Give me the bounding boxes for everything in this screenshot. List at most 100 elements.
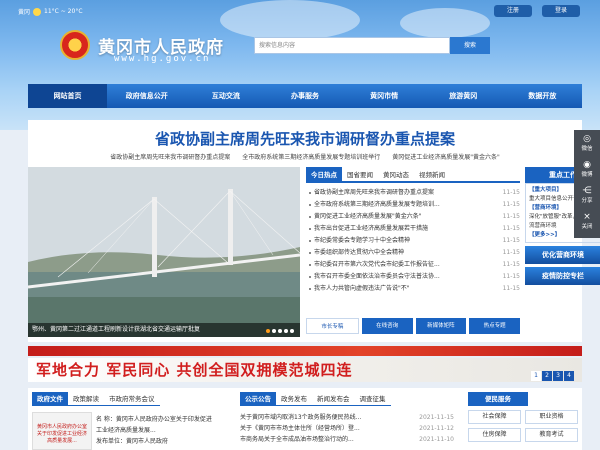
tab-policy[interactable]: 政策解读 bbox=[68, 392, 104, 405]
news-date: 11-15 bbox=[502, 273, 520, 280]
notice-list: 关于黄冈市域内取消13个政务服务便民热线... 2021-11-15 关于《黄冈市… bbox=[240, 412, 454, 445]
carousel-dot[interactable] bbox=[290, 329, 294, 333]
carousel-dot[interactable] bbox=[278, 329, 282, 333]
share-label: 关闭 bbox=[581, 224, 593, 230]
bridge-photo bbox=[28, 167, 300, 337]
photo-caption[interactable]: 鄂州、黄冈第二过江通道工程刷新设计获湖北省交通运输厅批复 bbox=[28, 323, 300, 337]
tab-survey[interactable]: 调查征集 bbox=[355, 392, 391, 405]
tab-video[interactable]: 视频新闻 bbox=[414, 167, 450, 181]
document-summary[interactable]: 名 称：黄冈市人民政府办公室关于印发促进 工业经济高质量发展... 发布单位：黄… bbox=[96, 414, 228, 447]
list-item[interactable]: 我市人力共管向虚假违法广告说"不" 11-15 bbox=[306, 283, 520, 295]
list-item[interactable]: 我市出台促进工业经济高质量发展若干措施 11-15 bbox=[306, 223, 520, 235]
focus-label[interactable]: 【重大项目】 bbox=[529, 187, 562, 193]
sun-icon bbox=[33, 7, 42, 16]
list-item[interactable]: 市商务局关于全市成品油市场整治行动的... 2021-11-10 bbox=[240, 434, 454, 445]
news-date: 11-15 bbox=[502, 213, 520, 220]
news-photo-carousel[interactable]: 鄂州、黄冈第二过江通道工程刷新设计获湖北省交通运输厅批复 bbox=[28, 167, 300, 337]
subheadline[interactable]: 省政协副主席周先旺来我市调研督办重点提案 bbox=[110, 152, 230, 161]
nav-item-gov-info[interactable]: 政府信息公开 bbox=[107, 84, 186, 108]
list-item[interactable]: 关于黄冈市域内取消13个政务服务便民热线... 2021-11-15 bbox=[240, 412, 454, 423]
login-button[interactable]: 登录 bbox=[542, 5, 580, 17]
notice-date: 2021-11-15 bbox=[419, 414, 454, 421]
cloud-decoration bbox=[220, 0, 360, 40]
slogan-banner[interactable]: 军地合力 军民同心 共创全国双拥模范城四连 bbox=[28, 358, 582, 382]
list-item[interactable]: 省政协副主席周先旺来我市调研督办重点提案 11-15 bbox=[306, 187, 520, 199]
more-link[interactable]: 【更多>>】 bbox=[529, 232, 560, 238]
share-label: 微博 bbox=[581, 172, 593, 178]
tab-releases[interactable]: 政务发布 bbox=[276, 392, 312, 405]
search-button[interactable]: 搜索 bbox=[450, 37, 490, 54]
notice-title[interactable]: 市商务局关于全市成品油市场整治行动的... bbox=[240, 434, 390, 445]
news-title[interactable]: 市纪委常委会专题学习十中全会精神 bbox=[306, 235, 476, 247]
exam-button[interactable]: 教育考试 bbox=[525, 428, 578, 442]
subheadline[interactable]: 全市政府系统第三期经济高质量发展专题培训班举行 bbox=[242, 152, 380, 161]
tab-national[interactable]: 国省要闻 bbox=[342, 167, 378, 181]
nav-item-services[interactable]: 办事服务 bbox=[265, 84, 344, 108]
doc-line: 发布单位：黄冈市人民政府 bbox=[96, 438, 169, 445]
tab-local[interactable]: 黄冈动态 bbox=[378, 167, 414, 181]
list-item[interactable]: 市委组织部传达贯彻六中全会精神 11-15 bbox=[306, 247, 520, 259]
mayor-column-button[interactable]: 市长专稿 bbox=[306, 318, 359, 334]
online-consult-button[interactable]: 在线咨询 bbox=[361, 318, 413, 334]
notice-title[interactable]: 关于《黄冈市市场主体住所（经营场所）登... bbox=[240, 423, 390, 434]
business-env-banner[interactable]: 优化营商环境 bbox=[525, 246, 600, 264]
weather-city: 黄冈 bbox=[18, 9, 31, 16]
news-date: 11-15 bbox=[502, 189, 520, 196]
tab-hot[interactable]: 今日热点 bbox=[306, 167, 342, 181]
news-title[interactable]: 市委组织部传达贯彻六中全会精神 bbox=[306, 247, 476, 259]
news-title[interactable]: 市纪委召开市第六次党代会市纪委工作报告征... bbox=[306, 259, 476, 271]
news-title[interactable]: 我市出台促进工业经济高质量发展若干措施 bbox=[306, 223, 476, 235]
news-date: 11-15 bbox=[502, 225, 520, 232]
nav-item-interaction[interactable]: 互动交流 bbox=[186, 84, 265, 108]
search-input[interactable]: 搜索信息内容 bbox=[254, 37, 450, 54]
news-title[interactable]: 省政协副主席周先旺来我市调研督办重点提案 bbox=[306, 187, 476, 199]
carousel-dot[interactable] bbox=[284, 329, 288, 333]
qualification-button[interactable]: 职业资格 bbox=[525, 410, 578, 424]
list-item[interactable]: 我市召开市委全面依法治市委员会守法普法协... 11-15 bbox=[306, 271, 520, 283]
list-item[interactable]: 黄冈促进工业经济高质量发展"黄金六条" 11-15 bbox=[306, 211, 520, 223]
banner-page[interactable]: 2 bbox=[542, 371, 552, 381]
close-rail[interactable]: × 关闭 bbox=[574, 208, 600, 234]
nav-item-tourism[interactable]: 旅游黄冈 bbox=[424, 84, 503, 108]
news-title[interactable]: 我市人力共管向虚假违法广告说"不" bbox=[306, 283, 476, 295]
tab-notices[interactable]: 公示公告 bbox=[240, 392, 276, 405]
headline[interactable]: 省政协副主席周先旺来我市调研督办重点提案 bbox=[28, 128, 582, 149]
list-item[interactable]: 全市政府系统第三期经济高质量发展专题培训... 11-15 bbox=[306, 199, 520, 211]
document-thumbnail[interactable]: 黄冈市人民政府办公室关于印发促进工业经济高质量发展... bbox=[32, 412, 92, 450]
slogan-strip[interactable] bbox=[28, 346, 582, 356]
news-date: 11-15 bbox=[502, 249, 520, 256]
housing-button[interactable]: 住房保障 bbox=[468, 428, 521, 442]
banner-pager: 1 2 3 4 bbox=[531, 371, 574, 381]
service-grid: 社会保障 职业资格 住房保障 教育考试 bbox=[468, 410, 578, 442]
register-button[interactable]: 注册 bbox=[494, 5, 532, 17]
social-security-button[interactable]: 社会保障 bbox=[468, 410, 521, 424]
nav-item-city-info[interactable]: 黄冈市情 bbox=[345, 84, 424, 108]
news-date: 11-15 bbox=[502, 201, 520, 208]
focus-label[interactable]: 【营商环境】 bbox=[529, 205, 562, 211]
weibo-share[interactable]: ◉ 微博 bbox=[574, 156, 600, 182]
list-item[interactable]: 关于《黄冈市市场主体住所（经营场所）登... 2021-11-12 bbox=[240, 423, 454, 434]
news-title[interactable]: 我市召开市委全面依法治市委员会守法普法协... bbox=[306, 271, 476, 283]
new-media-button[interactable]: 新媒体矩阵 bbox=[415, 318, 467, 334]
bottom-content: 政府文件 政策解读 市政府常务会议 黄冈市人民政府办公室关于印发促进工业经济高质… bbox=[28, 388, 582, 450]
news-title[interactable]: 黄冈促进工业经济高质量发展"黄金六条" bbox=[306, 211, 476, 223]
notice-title[interactable]: 关于黄冈市域内取消13个政务服务便民热线... bbox=[240, 412, 390, 423]
banner-page[interactable]: 3 bbox=[553, 371, 563, 381]
banner-page[interactable]: 1 bbox=[531, 371, 541, 381]
tab-meetings[interactable]: 市政府常务会议 bbox=[104, 392, 160, 405]
list-item[interactable]: 市纪委常委会专题学习十中全会精神 11-15 bbox=[306, 235, 520, 247]
hot-topics-button[interactable]: 热点专题 bbox=[469, 318, 520, 334]
tab-press[interactable]: 新闻发布会 bbox=[312, 392, 355, 405]
list-item[interactable]: 市纪委召开市第六次党代会市纪委工作报告征... 11-15 bbox=[306, 259, 520, 271]
carousel-dot[interactable] bbox=[272, 329, 276, 333]
generic-share[interactable]: ⋲ 分享 bbox=[574, 182, 600, 208]
news-title[interactable]: 全市政府系统第三期经济高质量发展专题培训... bbox=[306, 199, 476, 211]
subheadline[interactable]: 黄冈促进工业经济高质量发展"黄金六条" bbox=[392, 152, 500, 161]
nav-item-home[interactable]: 网站首页 bbox=[28, 84, 108, 108]
carousel-dot[interactable] bbox=[266, 329, 270, 333]
epidemic-banner[interactable]: 疫情防控专栏 bbox=[525, 267, 600, 285]
banner-page[interactable]: 4 bbox=[564, 371, 574, 381]
nav-item-open-data[interactable]: 数据开放 bbox=[503, 84, 582, 108]
tab-gov-docs[interactable]: 政府文件 bbox=[32, 392, 68, 405]
wechat-share[interactable]: ◎ 微信 bbox=[574, 130, 600, 156]
